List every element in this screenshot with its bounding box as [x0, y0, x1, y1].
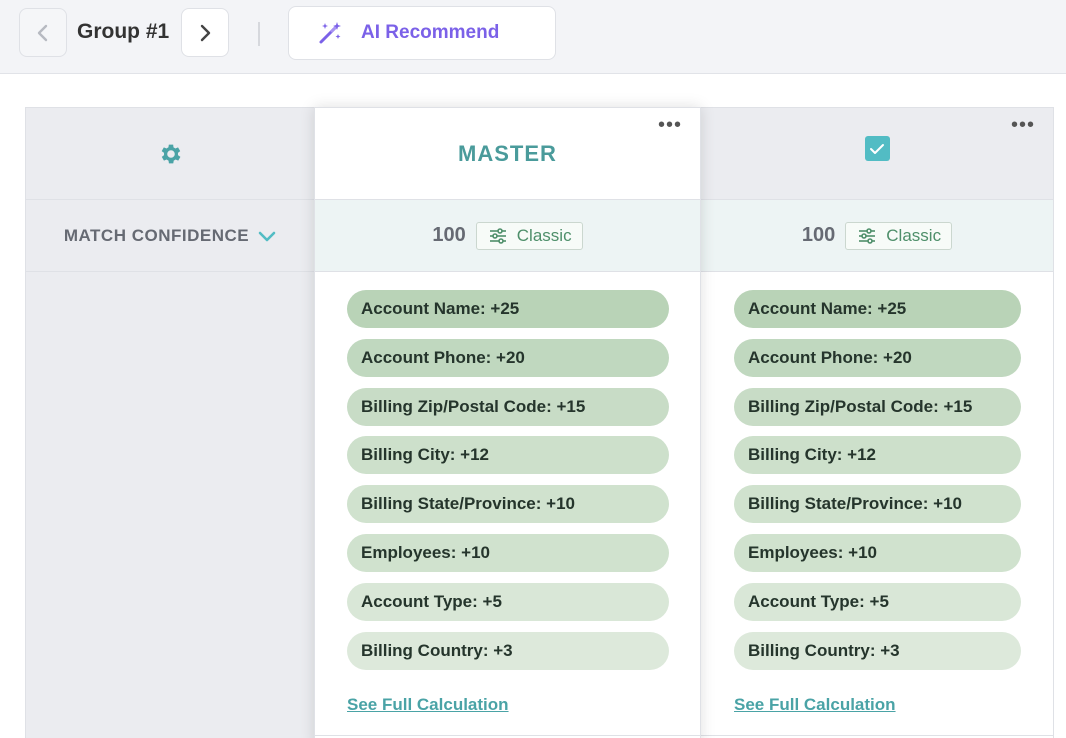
match-confidence-header[interactable]: MATCH CONFIDENCE	[26, 200, 315, 272]
score-pill: Account Name: +25	[734, 290, 1021, 328]
record-confidence-cell: 100 Classic	[701, 200, 1053, 272]
comparison-grid: MATCH CONFIDENCE MASTER ••• 100 Classic	[25, 107, 1054, 738]
chevron-left-icon	[37, 24, 48, 41]
check-icon	[870, 143, 884, 154]
sliders-icon	[859, 227, 876, 244]
master-confidence-cell: 100 Classic	[315, 200, 700, 272]
toolbar: Group #1 AI Recommend	[0, 0, 1066, 74]
group-title: Group #1	[77, 20, 170, 43]
row-header-column: MATCH CONFIDENCE	[25, 107, 315, 738]
master-scoring-mode-badge[interactable]: Classic	[475, 221, 583, 250]
score-pill: Billing Country: +3	[734, 631, 1021, 670]
ai-recommend-label: AI Recommend	[361, 22, 500, 43]
score-pill: Account Phone: +20	[734, 338, 1021, 377]
score-pill: Billing City: +12	[734, 436, 1021, 475]
score-pill: Billing City: +12	[347, 436, 669, 475]
ai-recommend-button[interactable]: AI Recommend	[288, 6, 556, 60]
score-pill: Account Name: +25	[347, 290, 669, 328]
record-confidence-score: 100	[801, 224, 836, 246]
settings-cell	[26, 107, 315, 200]
next-group-button[interactable]	[181, 8, 229, 57]
record-column-header: •••	[701, 107, 1053, 200]
row-divider	[315, 735, 700, 736]
score-pill: Account Type: +5	[347, 582, 669, 621]
more-horizontal-icon[interactable]: •••	[658, 114, 682, 137]
master-title: MASTER	[458, 140, 557, 166]
score-pill: Employees: +10	[347, 533, 669, 572]
score-pill: Account Type: +5	[734, 582, 1021, 621]
magic-wand-icon	[319, 22, 341, 44]
record-score-breakdown: Account Name: +25 Account Phone: +20 Bil…	[701, 290, 1053, 680]
score-pill: Billing State/Province: +10	[347, 485, 669, 524]
record-scoring-mode-label: Classic	[886, 225, 942, 245]
score-pill: Billing Zip/Postal Code: +15	[347, 387, 669, 426]
master-scoring-mode-label: Classic	[516, 225, 572, 245]
record-see-full-calculation-link[interactable]: See Full Calculation	[734, 695, 896, 715]
score-pill: Employees: +10	[734, 533, 1021, 572]
row-divider	[701, 735, 1053, 736]
master-score-breakdown: Account Name: +25 Account Phone: +20 Bil…	[315, 290, 700, 680]
previous-group-button[interactable]	[19, 8, 67, 57]
score-pill: Billing Country: +3	[347, 631, 669, 670]
record-scoring-mode-badge[interactable]: Classic	[845, 221, 953, 250]
toolbar-divider	[258, 22, 260, 46]
score-pill: Billing State/Province: +10	[734, 485, 1021, 524]
score-pill: Billing Zip/Postal Code: +15	[734, 387, 1021, 426]
gear-icon[interactable]	[158, 141, 184, 167]
chevron-right-icon	[200, 24, 211, 41]
sliders-icon	[489, 227, 506, 244]
duplicate-record-column: ••• 100 Classic Account Name: +25 Accoun…	[701, 107, 1054, 738]
master-column-header: MASTER •••	[315, 107, 700, 200]
master-record-column: MASTER ••• 100 Classic Account Name: +25…	[314, 107, 701, 738]
chevron-down-icon[interactable]	[257, 229, 277, 243]
master-confidence-score: 100	[432, 224, 466, 246]
score-pill: Account Phone: +20	[347, 338, 669, 377]
match-confidence-label: MATCH CONFIDENCE	[63, 225, 250, 245]
record-select-checkbox[interactable]	[864, 136, 890, 161]
more-horizontal-icon[interactable]: •••	[1011, 114, 1035, 137]
master-see-full-calculation-link[interactable]: See Full Calculation	[347, 695, 509, 715]
